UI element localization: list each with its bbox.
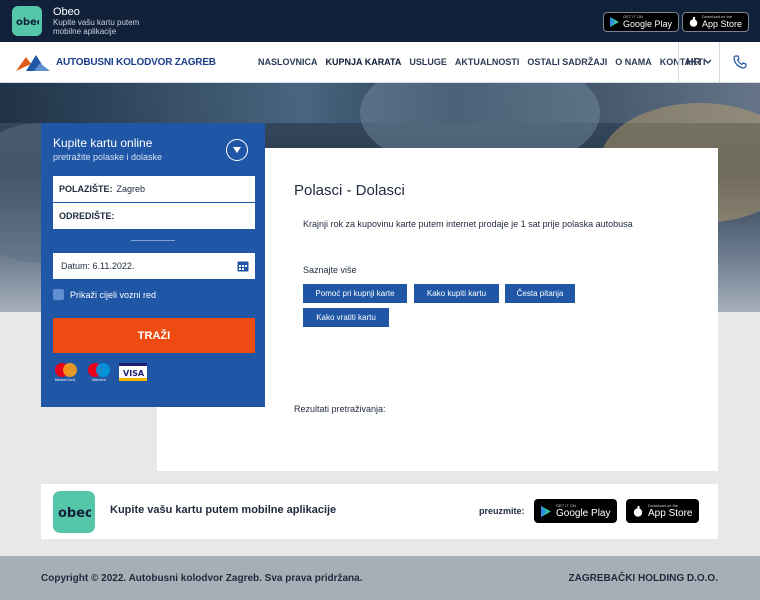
nav-item-o-nama[interactable]: O NAMA [615,57,652,67]
mastercard-label: MasterCard [55,378,75,382]
timetable-checkbox[interactable] [53,289,64,300]
date-field[interactable]: Datum: 6.11.2022. [53,253,255,279]
search-panel-subtitle: pretražite polaske i dolaske [53,152,163,162]
app-store-label: App Store [702,19,743,29]
banner-app-store-label: App Store [648,508,693,519]
search-button[interactable]: TRAŽI [53,318,255,353]
google-play-label: Google Play [623,19,673,29]
calendar-icon[interactable] [237,260,249,272]
site-footer: Copyright © 2022. Autobusni kolodvor Zag… [0,556,760,600]
payment-methods: MasterCard Maestro VISA [53,362,147,382]
apple-icon [689,17,698,27]
learn-more-heading: Saznajte više [303,265,357,275]
how-to-buy-button[interactable]: Kako kupiti kartu [414,284,499,303]
google-play-icon [541,505,551,517]
svg-text:obeo: obeo [58,506,91,521]
main-navbar: AUTOBUSNI KOLODVOR ZAGREB NASLOVNICA KUP… [0,42,760,83]
page-title: Polasci - Dolasci [294,182,405,199]
visa-icon: VISA [119,363,147,381]
app-tagline: Kupite vašu kartu putem mobilne aplikaci… [53,18,140,36]
ticket-search-panel: Kupite kartu online pretražite polaske i… [41,123,265,407]
svg-text:obeo: obeo [16,17,39,28]
nav-item-ostali-sadrzaji[interactable]: OSTALI SADRŽAJI [527,57,607,67]
app-promo-bar: obeo Obeo Kupite vašu kartu putem mobiln… [0,0,760,42]
date-label: Datum: [61,261,91,271]
app-name: Obeo [53,6,80,18]
show-full-timetable-option[interactable]: Prikaži cijeli vozni red [53,289,156,300]
site-logo[interactable]: AUTOBUSNI KOLODVOR ZAGREB [14,51,216,73]
departure-field[interactable]: POLAZIŠTE: Zagreb [53,176,255,202]
akz-logo-icon [16,55,50,71]
phone-button[interactable] [720,42,760,82]
obeo-logo-icon[interactable]: obeo [12,6,42,36]
download-label: preuzmite: [479,506,525,516]
language-selector[interactable]: HR [678,42,720,82]
timetable-checkbox-label: Prikaži cijeli vozni red [70,289,157,300]
search-results-label: Rezultati pretraživanja: [294,404,386,414]
phone-icon [733,55,747,69]
banner-google-play-label: Google Play [556,508,611,519]
google-play-button[interactable]: GET IT ON Google Play [603,12,680,32]
collapse-toggle-button[interactable] [226,139,248,161]
mastercard-icon: MasterCard [55,363,77,382]
nav-item-usluge[interactable]: USLUGE [409,57,447,67]
copyright-text: Copyright © 2022. Autobusni kolodvor Zag… [41,573,363,584]
banner-app-store-button[interactable]: Download on the App Store [626,499,700,523]
chevron-down-icon [704,59,712,64]
caret-down-icon [233,147,241,153]
google-play-icon [610,17,619,27]
main-menu: NASLOVNICA KUPNJA KARATA USLUGE AKTUALNO… [258,42,714,82]
holding-link[interactable]: ZAGREBAČKI HOLDING D.O.O. [569,573,718,584]
date-value: 6.11.2022. [92,261,135,271]
nav-item-naslovnica[interactable]: NASLOVNICA [258,57,318,67]
mobile-app-banner: obeo Kupite vašu kartu putem mobilne apl… [41,484,718,539]
apple-icon [633,505,643,517]
departures-arrivals-card: Polasci - Dolasci Krajnji rok za kupovin… [265,148,718,471]
content-card-left-strip [157,407,265,471]
obeo-app-icon[interactable]: obeo [53,491,95,533]
maestro-icon: Maestro [88,363,110,382]
purchase-deadline-note: Krajnji rok za kupovinu karte putem inte… [303,219,633,229]
destination-label: ODREDIŠTE: [59,211,115,221]
nav-item-kupnja-karata[interactable]: KUPNJA KARATA [326,57,402,67]
search-panel-title: Kupite kartu online [53,136,153,150]
destination-field[interactable]: ODREDIŠTE: [53,203,255,229]
faq-button[interactable]: Česta pitanja [505,284,575,303]
app-store-button[interactable]: Download on the App Store [682,12,750,32]
app-banner-text: Kupite vašu kartu putem mobilne aplikaci… [110,504,337,516]
departure-label: POLAZIŠTE: [59,184,113,194]
language-label: HR [686,56,701,68]
how-to-return-button[interactable]: Kako vratiti kartu [303,308,389,327]
visa-label: VISA [123,369,145,378]
departure-value: Zagreb [116,184,146,194]
maestro-label: Maestro [92,378,106,382]
nav-item-aktualnosti[interactable]: AKTUALNOSTI [455,57,520,67]
banner-google-play-button[interactable]: GET IT ON Google Play [534,499,618,523]
divider [131,240,175,241]
brand-name: AUTOBUSNI KOLODVOR ZAGREB [56,56,216,68]
help-buying-button[interactable]: Pomoć pri kupnji karte [303,284,407,303]
